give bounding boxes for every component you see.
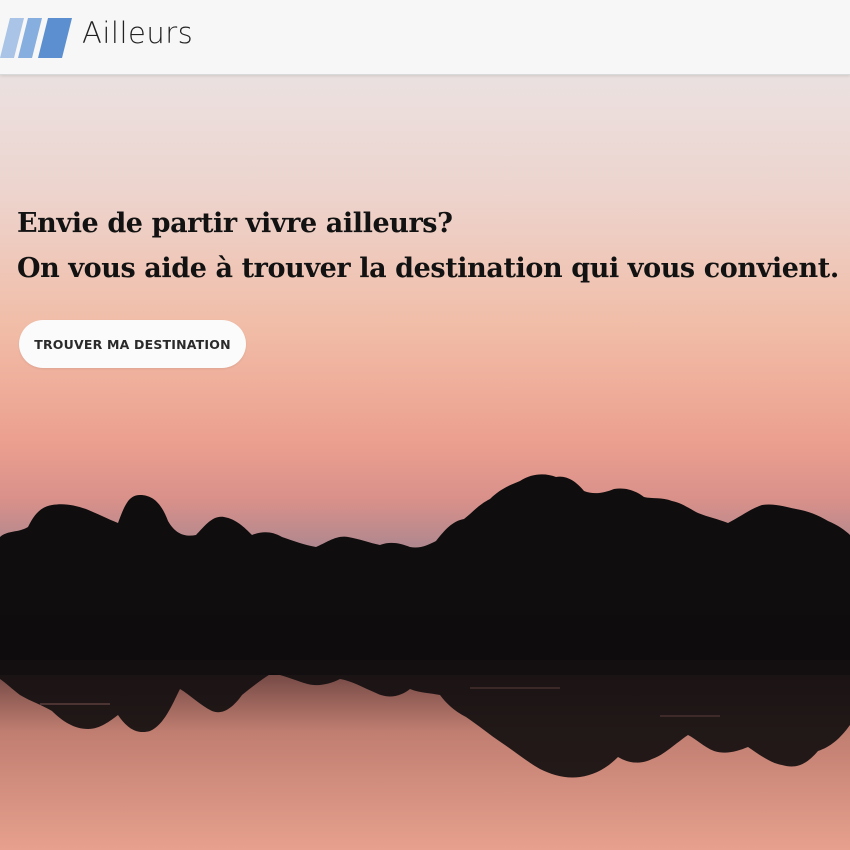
- hero-title-line-1: Envie de partir vivre ailleurs?: [17, 208, 453, 239]
- hero-title-line-2: On vous aide à trouver la destination qu…: [17, 253, 839, 284]
- brand-name: Ailleurs: [82, 16, 194, 50]
- site-header: Ailleurs: [0, 0, 850, 75]
- page: Ailleurs Envie de partir vivre ailleurs?…: [0, 0, 850, 850]
- hero-section: Envie de partir vivre ailleurs? On vous …: [0, 75, 850, 850]
- stripes-logo-icon: [0, 18, 72, 58]
- hero-title: Envie de partir vivre ailleurs? On vous …: [17, 201, 847, 291]
- find-destination-button[interactable]: TROUVER MA DESTINATION: [19, 320, 246, 368]
- sunset-lake-trees-photo: [0, 75, 850, 850]
